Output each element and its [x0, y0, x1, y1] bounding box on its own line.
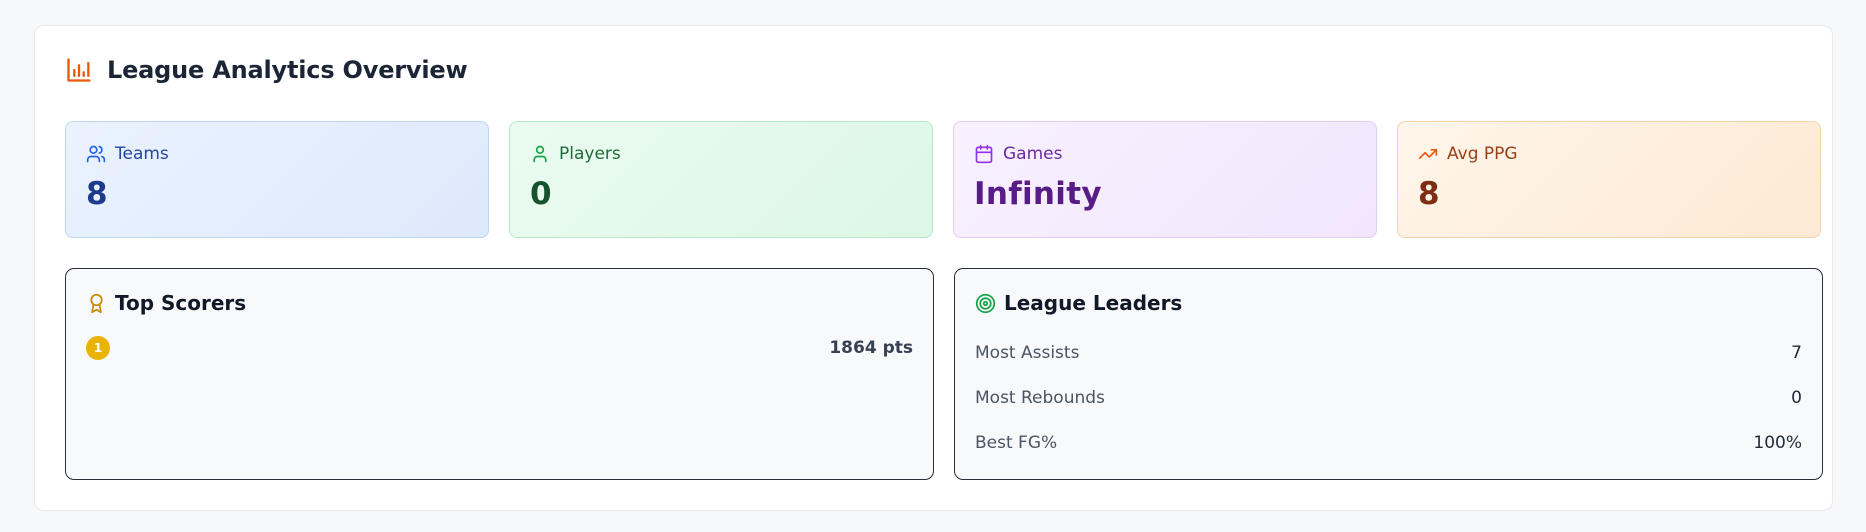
stat-label: Teams [115, 144, 169, 164]
league-leaders-card: League Leaders Most Assists 7 Most Rebou… [954, 268, 1823, 480]
leader-label: Most Rebounds [975, 387, 1105, 408]
target-icon [975, 293, 996, 314]
stat-label: Players [559, 144, 621, 164]
rank-badge: 1 [86, 336, 110, 360]
stat-value: 0 [530, 176, 552, 212]
leader-list: Most Assists 7 Most Rebounds 0 Best FG% … [975, 330, 1802, 465]
leader-label: Best FG% [975, 432, 1058, 453]
detail-cards-row: Top Scorers 1 1864 pts League Leaders Mo… [65, 268, 1823, 480]
scorer-points: 1864 pts [829, 338, 913, 358]
leader-label: Most Assists [975, 342, 1080, 363]
leader-value: 7 [1791, 342, 1802, 363]
list-item: Most Rebounds 0 [975, 375, 1802, 420]
leader-value: 0 [1791, 387, 1802, 408]
stat-card-avg-ppg: Avg PPG 8 [1397, 121, 1821, 238]
stat-label: Games [1003, 144, 1063, 164]
card-title: League Leaders [1004, 291, 1183, 315]
top-scorers-card: Top Scorers 1 1864 pts [65, 268, 934, 480]
award-icon [86, 293, 107, 314]
leader-value: 100% [1753, 432, 1802, 453]
stat-card-players: Players 0 [509, 121, 933, 238]
trending-up-icon [1418, 144, 1438, 164]
bar-chart-icon [65, 56, 93, 84]
user-icon [530, 144, 550, 164]
stat-label: Avg PPG [1447, 144, 1518, 164]
league-analytics-panel: League Analytics Overview Teams 8 Player… [34, 25, 1833, 511]
stat-card-teams: Teams 8 [65, 121, 489, 238]
calendar-icon [974, 144, 994, 164]
stat-card-games: Games Infinity [953, 121, 1377, 238]
stat-value: 8 [1418, 176, 1440, 212]
stat-value: 8 [86, 176, 108, 212]
card-title: Top Scorers [115, 291, 247, 315]
users-icon [86, 144, 106, 164]
stats-row: Teams 8 Players 0 Games Infinity Avg PPG… [65, 121, 1821, 238]
page-title: League Analytics Overview [107, 56, 468, 84]
panel-header: League Analytics Overview [65, 56, 468, 84]
stat-value: Infinity [974, 176, 1102, 212]
list-item: Best FG% 100% [975, 420, 1802, 465]
list-item: Most Assists 7 [975, 330, 1802, 375]
list-item: 1 1864 pts [86, 336, 913, 360]
